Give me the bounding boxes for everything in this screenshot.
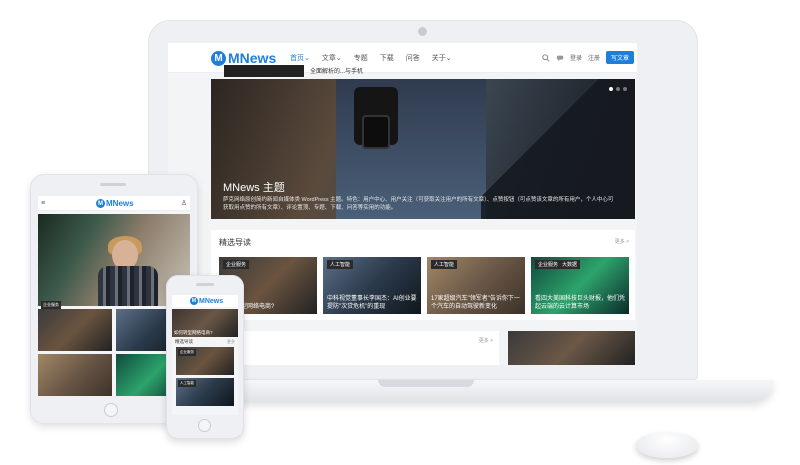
phone-logo[interactable]: M MNews [190,297,223,305]
logo-badge: M [211,50,226,66]
hero-slider[interactable]: MNews 主题 萨克网络原创简约新闻自媒体类 WordPress 主题。特色：… [211,79,635,219]
list-more-link[interactable]: 更多 > [479,337,493,344]
nav-item-about[interactable]: 关于⌄ [432,53,452,63]
category-tag[interactable]: 企业服务 [535,260,562,269]
tablet-home-button [104,403,118,417]
tablet-header: ≡ M MNews ♙ [38,196,190,211]
nav-item-downloads[interactable]: 下载 [380,53,394,63]
phone-speaker [196,283,214,286]
logo-badge: M [190,297,198,305]
tablet-card[interactable] [38,354,112,396]
category-tag[interactable]: 企业服务 [41,301,61,309]
main-nav: 首页⌄ 文章⌄ 专题 下载 问答 关于⌄ [290,53,452,63]
featured-card[interactable]: 企业服务 大数据 看四大美国科技巨头财报，他们凭起云端的云计算市场 [531,257,629,314]
section-more-link[interactable]: 更多 [227,339,235,345]
sidebar-image[interactable] [508,331,635,365]
search-icon[interactable] [542,53,550,62]
category-tag[interactable]: 人工智能 [431,260,458,269]
phone-card[interactable]: 人工智能 [176,378,234,406]
featured-card[interactable]: 人工智能 17家超级汽车"领军者"告诉你下一个汽车的自动驾驶新变化 [427,257,525,314]
article-list: 更多 > [211,331,499,365]
phone-header: M MNews [172,295,238,307]
category-tag[interactable]: 企业服务 [178,349,196,356]
category-tag[interactable]: 人工智能 [327,260,354,269]
tablet-card[interactable] [38,309,112,351]
menu-icon[interactable]: ≡ [41,200,45,207]
chat-icon[interactable] [556,54,564,62]
category-tag[interactable]: 企业服务 [223,260,250,269]
logo-badge: M [96,199,105,208]
hero-caption: 如何转型网络电商? [174,330,213,335]
user-icon[interactable]: ♙ [181,199,187,207]
laptop-notch [378,380,474,387]
header-actions: 登录 注册 写文章 [542,51,634,64]
featured-title: 精选导读 [219,238,251,247]
register-link[interactable]: 注册 [588,53,600,62]
slider-dot[interactable] [609,87,613,91]
card-caption: 看四大美国科技巨头财报，他们凭起云端的云计算市场 [535,296,626,310]
mouse [636,432,698,458]
site-logo[interactable]: M MNews [211,50,276,66]
slider-dot[interactable] [616,87,620,91]
article-title[interactable]: 全面解析的...与手机 [310,66,363,75]
hero-description: 萨克网络原创简约新闻自媒体类 WordPress 主题。特色：用户中心、用户关注… [223,197,614,211]
phone-home-button [198,419,211,432]
hero-image-lens [362,115,390,149]
phone-screen: M MNews 如何转型网络电商? 精选导读 更多 企业服务 人工智能 [172,295,238,415]
logo-text: MNews [228,50,277,66]
hero-image-shirt [98,266,158,306]
phone-card[interactable]: 企业服务 [176,347,234,375]
logo-text: MNews [106,199,134,208]
nav-item-articles[interactable]: 文章⌄ [322,53,342,63]
slider-dot[interactable] [623,87,627,91]
category-tag-secondary[interactable]: 大数据 [559,260,581,269]
featured-more-link[interactable]: 更多 > [615,238,629,245]
card-caption: 17家超级汽车"领军者"告诉你下一个汽车的自动驾驶新变化 [431,296,520,310]
article-thumbnail[interactable] [224,65,304,77]
nav-item-qa[interactable]: 问答 [406,53,420,63]
slider-dots[interactable] [609,87,627,91]
tablet-speaker [100,183,126,186]
featured-card[interactable]: 人工智能 中科视觉董事长李国杰：AI创业要提防"次贷危机"的重现 [323,257,421,314]
hero-title[interactable]: MNews 主题 [223,179,285,195]
logo-text: MNews [199,297,224,305]
devices-mockup: M MNews 首页⌄ 文章⌄ 专题 下载 问答 关于⌄ 登录 注册 写文章 M… [0,0,800,465]
category-tag[interactable]: 人工智能 [178,380,196,387]
section-title: 精选导读 [175,339,193,344]
card-caption: 中科视觉董事长李国杰：AI创业要提防"次贷危机"的重现 [327,296,417,310]
nav-item-home[interactable]: 首页⌄ [290,53,310,63]
login-link[interactable]: 登录 [570,53,582,62]
post-article-button[interactable]: 写文章 [605,51,634,64]
tablet-logo[interactable]: M MNews [96,199,134,208]
laptop-camera [418,27,427,36]
nav-item-topics[interactable]: 专题 [354,53,368,63]
featured-section: 精选导读 更多 > 企业服务 如何转型网络电商? 人工智能 中科视觉董事长李国杰… [211,230,635,320]
